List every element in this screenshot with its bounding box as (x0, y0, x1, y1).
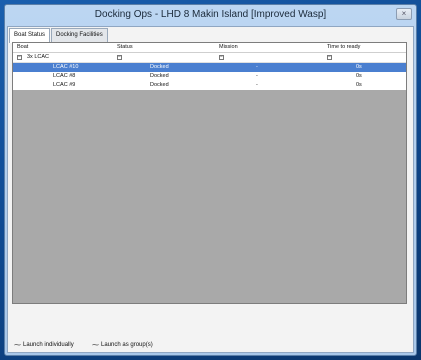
tab-strip: Boat Status Docking Facilities (9, 28, 109, 43)
close-button[interactable]: × (396, 8, 412, 20)
boat-status: Docked (150, 82, 169, 88)
close-icon: × (401, 9, 407, 18)
launch-individually-label: Launch individually (23, 342, 74, 348)
launch-as-groups-label: Launch as group(s) (101, 342, 153, 348)
title-bar[interactable]: Docking Ops - LHD 8 Makin Island [Improv… (5, 5, 416, 25)
launch-groups-icon: ⁓ (92, 342, 99, 349)
window-title: Docking Ops - LHD 8 Makin Island [Improv… (94, 9, 327, 20)
table-row[interactable]: LCAC #9 Docked - 0s (13, 81, 406, 90)
launch-as-groups-button[interactable]: ⁓ Launch as group(s) (92, 341, 153, 349)
boat-mission: - (256, 64, 258, 70)
group-row[interactable]: − 3x LCAC − − − (13, 53, 406, 63)
time-filter-icon[interactable]: − (327, 55, 332, 60)
column-header-boat[interactable]: Boat (17, 43, 28, 52)
mission-filter-icon[interactable]: − (219, 55, 224, 60)
window-client-area: Boat Status Docking Facilities Boat Stat… (7, 26, 414, 353)
docking-ops-window: Docking Ops - LHD 8 Makin Island [Improv… (4, 4, 417, 356)
boat-name: LCAC #8 (53, 73, 76, 79)
boat-status: Docked (150, 73, 169, 79)
column-header-time-to-ready[interactable]: Time to ready (327, 43, 360, 52)
grid-header-row: Boat Status Mission Time to ready (13, 43, 406, 53)
status-filter-icon[interactable]: − (117, 55, 122, 60)
boat-status: Docked (150, 64, 169, 70)
collapse-icon[interactable]: − (17, 55, 22, 60)
boat-mission: - (256, 82, 258, 88)
boat-time-to-ready: 0s (356, 82, 362, 88)
column-header-mission[interactable]: Mission (219, 43, 238, 52)
tab-boat-status[interactable]: Boat Status (9, 28, 51, 43)
group-label: 3x LCAC (27, 54, 50, 60)
boat-status-grid: Boat Status Mission Time to ready − 3x L… (12, 42, 407, 304)
boat-time-to-ready: 0s (356, 73, 362, 79)
launch-footer: ⁓ Launch individually ⁓ Launch as group(… (12, 305, 407, 351)
boat-name: LCAC #10 (53, 64, 79, 70)
boat-name: LCAC #9 (53, 82, 76, 88)
column-header-status[interactable]: Status (117, 43, 133, 52)
boat-mission: - (256, 73, 258, 79)
desktop-background: Docking Ops - LHD 8 Makin Island [Improv… (0, 0, 421, 360)
boat-time-to-ready: 0s (356, 64, 362, 70)
table-row[interactable]: LCAC #10 Docked - 0s (13, 63, 406, 72)
tab-docking-facilities[interactable]: Docking Facilities (51, 28, 108, 42)
launch-individually-icon: ⁓ (14, 342, 21, 349)
launch-individually-button[interactable]: ⁓ Launch individually (14, 341, 74, 349)
